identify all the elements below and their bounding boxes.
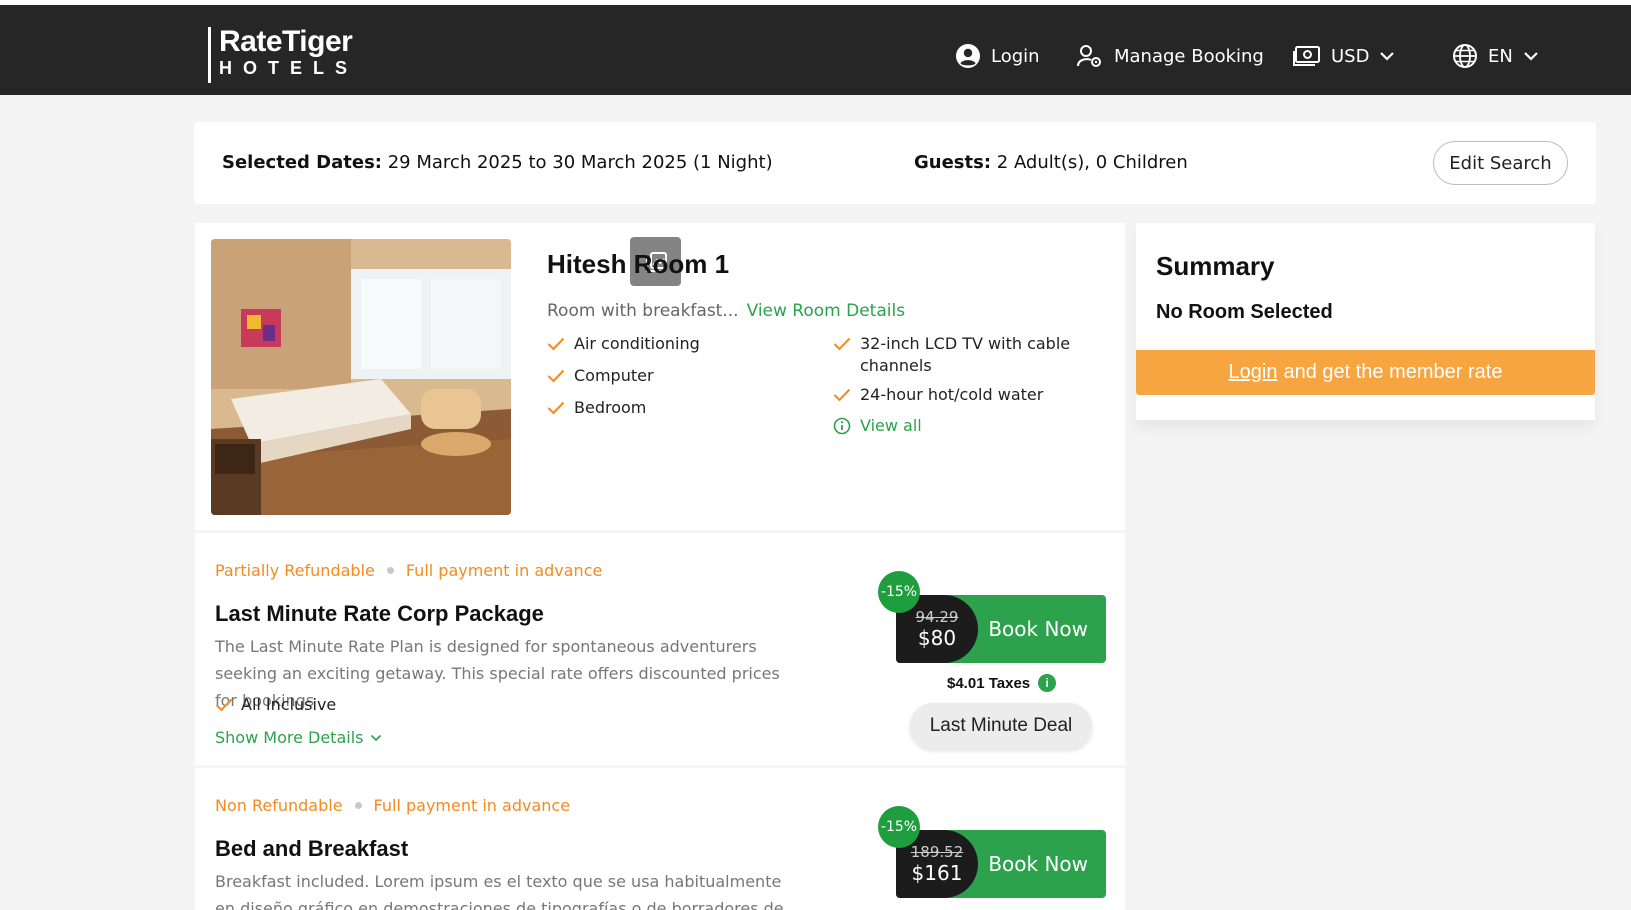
show-more-label: Show More Details xyxy=(215,728,364,747)
new-price: $80 xyxy=(917,626,957,650)
price-book-group: 94.29 $80 Book Now xyxy=(896,595,1106,663)
chevron-down-icon xyxy=(371,734,382,741)
check-icon xyxy=(215,698,233,711)
amenity-item: Computer xyxy=(547,365,654,387)
room-card: Hitesh Room 1 Room with breakfast... View… xyxy=(195,223,1125,530)
amenity-item: Bedroom xyxy=(547,397,646,419)
check-icon xyxy=(547,369,565,383)
amenity-item: 24-hour hot/cold water xyxy=(833,384,1043,406)
taxes-info: $4.01 Taxes i xyxy=(947,674,1057,692)
check-icon xyxy=(547,337,565,351)
guests-info: Guests: 2 Adult(s), 0 Children xyxy=(914,152,1188,173)
rate-tags: Non Refundable Full payment in advance xyxy=(215,796,570,815)
login-nav[interactable]: Login xyxy=(955,39,1040,73)
manage-booking-nav[interactable]: Manage Booking xyxy=(1076,39,1264,73)
amenity-label: Air conditioning xyxy=(574,334,700,353)
discount-badge: -15% xyxy=(878,571,920,613)
rate-plan-card: Partially Refundable Full payment in adv… xyxy=(195,533,1125,765)
guests-value: 2 Adult(s), 0 Children xyxy=(996,152,1188,173)
rate-plan-card: Non Refundable Full payment in advance B… xyxy=(195,768,1125,910)
logo-sub-text: HOTELS xyxy=(219,58,359,78)
manage-booking-label: Manage Booking xyxy=(1114,45,1264,67)
rate-description: Breakfast included. Lorem ipsum es el te… xyxy=(215,872,784,910)
currency-selector[interactable]: USD xyxy=(1293,39,1395,73)
price-book-group: 189.52 $161 Book Now xyxy=(896,830,1106,898)
user-gear-icon xyxy=(1077,45,1101,67)
currency-label: USD xyxy=(1331,45,1370,67)
view-room-details-link[interactable]: View Room Details xyxy=(747,301,906,321)
guests-label: Guests: xyxy=(914,152,992,173)
member-login-link[interactable]: Login xyxy=(1229,361,1278,384)
old-price: 189.52 xyxy=(910,843,964,861)
brand-logo[interactable]: RateTiger HOTELS xyxy=(208,27,358,83)
logo-main-text: RateTiger xyxy=(219,25,353,58)
member-rate-text: and get the member rate xyxy=(1283,361,1503,383)
check-icon xyxy=(547,401,565,415)
amenity-label: Computer xyxy=(574,366,654,385)
view-all-label: View all xyxy=(860,416,922,435)
refund-policy: Partially Refundable xyxy=(215,561,375,580)
room-photo-illustration xyxy=(211,239,511,515)
language-selector[interactable]: EN xyxy=(1452,39,1539,73)
summary-title: Summary xyxy=(1156,251,1275,281)
amenity-label: 32-inch LCD TV with cable channels xyxy=(860,334,1071,375)
dates-label: Selected Dates: xyxy=(222,152,382,173)
dates-value: 29 March 2025 to 30 March 2025 (1 Night) xyxy=(387,152,773,173)
payment-policy: Full payment in advance xyxy=(373,796,571,815)
payment-policy: Full payment in advance xyxy=(405,561,603,580)
room-title: Hitesh Room 1 xyxy=(547,249,730,279)
money-icon xyxy=(1293,46,1320,66)
login-label: Login xyxy=(991,45,1040,67)
globe-icon xyxy=(1453,44,1477,68)
separator-dot xyxy=(354,802,362,809)
edit-search-button[interactable]: Edit Search xyxy=(1433,141,1568,185)
rate-title: Bed and Breakfast xyxy=(215,836,409,861)
new-price: $161 xyxy=(911,861,963,885)
chevron-down-icon xyxy=(1524,52,1538,61)
separator-dot xyxy=(386,567,394,574)
chevron-down-icon xyxy=(1380,52,1395,61)
amenity-label: 24-hour hot/cold water xyxy=(860,385,1044,404)
user-circle-icon xyxy=(956,44,980,68)
view-all-amenities-link[interactable]: View all xyxy=(833,416,922,435)
search-summary-bar: Selected Dates: 29 March 2025 to 30 Marc… xyxy=(194,122,1596,204)
inclusion-label: All Inclusive xyxy=(241,695,337,714)
old-price: 94.29 xyxy=(915,608,959,626)
site-header: RateTiger HOTELS Login Manage Booking US… xyxy=(0,5,1631,95)
summary-status: No Room Selected xyxy=(1156,301,1333,323)
booking-summary: Summary No Room Selected Login and get t… xyxy=(1136,223,1595,420)
show-more-details-link[interactable]: Show More Details xyxy=(215,728,382,747)
room-description-text: Room with breakfast... xyxy=(547,301,739,321)
rate-tags: Partially Refundable Full payment in adv… xyxy=(215,561,602,580)
amenity-item: 32-inch LCD TV with cable channels xyxy=(833,333,1073,377)
rate-inclusion: All Inclusive xyxy=(215,695,336,714)
check-icon xyxy=(833,337,851,351)
taxes-label: $4.01 Taxes xyxy=(947,674,1031,692)
deal-badge: Last Minute Deal xyxy=(910,703,1092,749)
refund-policy: Non Refundable xyxy=(215,796,343,815)
amenity-label: Bedroom xyxy=(574,398,647,417)
check-icon xyxy=(833,388,851,402)
discount-badge: -15% xyxy=(878,806,920,848)
room-description: Room with breakfast... View Room Details xyxy=(547,301,905,321)
info-icon[interactable]: i xyxy=(1038,674,1057,692)
language-label: EN xyxy=(1488,45,1513,67)
room-photo[interactable] xyxy=(211,239,511,515)
selected-dates: Selected Dates: 29 March 2025 to 30 Marc… xyxy=(222,152,773,173)
info-circle-icon xyxy=(833,417,851,434)
rate-title: Last Minute Rate Corp Package xyxy=(215,601,544,626)
amenity-item: Air conditioning xyxy=(547,333,700,355)
member-rate-banner: Login and get the member rate xyxy=(1136,350,1595,395)
